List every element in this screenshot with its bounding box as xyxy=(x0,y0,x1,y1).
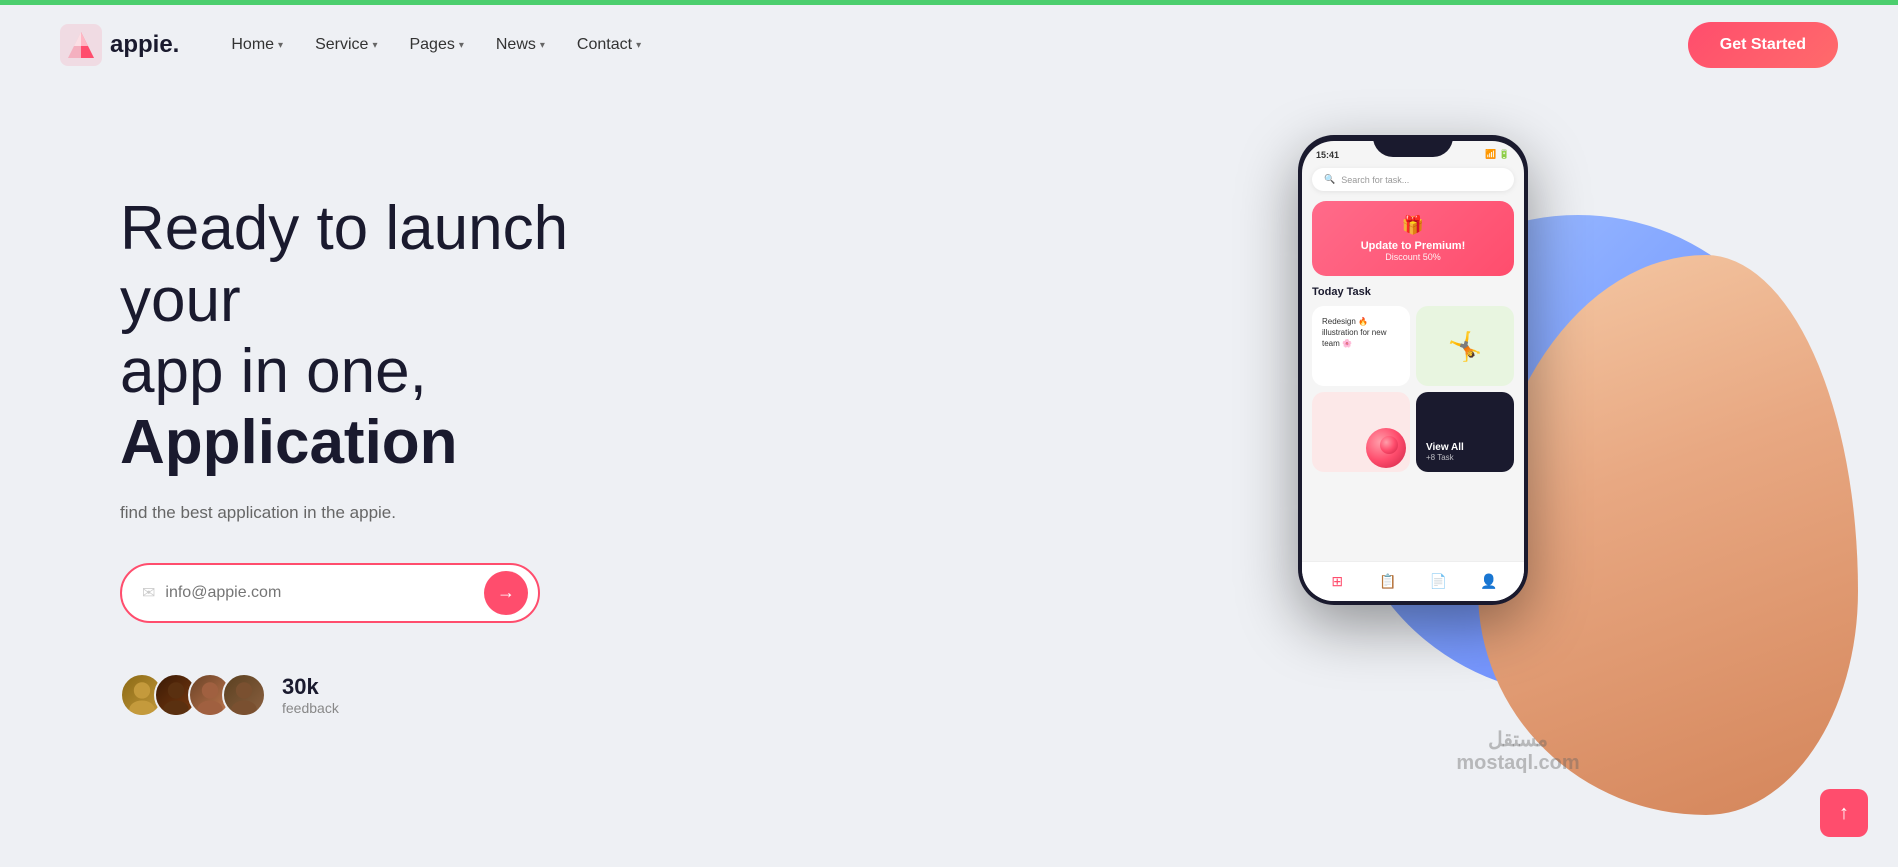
task-card-redesign: Redesign 🔥 illustration for new team 🌸 xyxy=(1312,306,1410,386)
avatars xyxy=(120,673,266,717)
nav-item-news[interactable]: News ▾ xyxy=(484,28,557,62)
task-grid: Redesign 🔥 illustration for new team 🌸 🤸 xyxy=(1312,306,1514,472)
navbar: appie. Home ▾ Service ▾ Pages ▾ xyxy=(0,5,1898,85)
phone-nav-files: 📄 xyxy=(1428,572,1448,592)
phone-mockup: 15:41 📶 🔋 🔍 Search for task... 🎁 Update … xyxy=(1298,135,1528,605)
chevron-down-icon: ▾ xyxy=(540,40,545,51)
nav-links: Home ▾ Service ▾ Pages ▾ News ▾ xyxy=(219,28,653,62)
signal-icons: 📶 🔋 xyxy=(1485,149,1510,160)
phone-time: 15:41 xyxy=(1316,150,1339,160)
chevron-down-icon: ▾ xyxy=(459,40,464,51)
nav-item-pages[interactable]: Pages ▾ xyxy=(397,28,475,62)
chevron-down-icon: ▾ xyxy=(278,40,283,51)
task-card-illustration: 🤸 xyxy=(1416,306,1514,386)
phone-nav-home: ⊞ xyxy=(1327,572,1347,592)
task-card-pink xyxy=(1312,392,1410,472)
nav-item-service[interactable]: Service ▾ xyxy=(303,28,389,62)
email-input[interactable] xyxy=(165,584,484,602)
today-task-section: Today Task Redesign 🔥 illustration for n… xyxy=(1302,286,1524,472)
ball-decoration xyxy=(1366,428,1406,468)
phone-nav-profile: 👤 xyxy=(1479,572,1499,592)
phone-screen: 15:41 📶 🔋 🔍 Search for task... 🎁 Update … xyxy=(1302,141,1524,601)
nav-item-contact[interactable]: Contact ▾ xyxy=(565,28,653,62)
email-form: ✉ → xyxy=(120,563,540,623)
phone-nav-calendar: 📋 xyxy=(1378,572,1398,592)
phone-hand-area: 15:41 📶 🔋 🔍 Search for task... 🎁 Update … xyxy=(1258,125,1778,785)
logo[interactable]: appie. xyxy=(60,24,179,66)
phone-bottom-nav: ⊞ 📋 📄 👤 xyxy=(1302,561,1524,601)
feedback-text: 30k feedback xyxy=(282,674,339,716)
chevron-down-icon: ▾ xyxy=(636,40,641,51)
phone-wrapper: 15:41 📶 🔋 🔍 Search for task... 🎁 Update … xyxy=(1238,115,1798,795)
phone-search-bar: 🔍 Search for task... xyxy=(1312,168,1514,191)
logo-icon xyxy=(60,24,102,66)
search-icon: 🔍 xyxy=(1324,174,1335,185)
get-started-button[interactable]: Get Started xyxy=(1688,22,1838,68)
hero-content: Ready to launch your app in one, Applica… xyxy=(120,193,640,716)
email-submit-button[interactable]: → xyxy=(484,571,528,615)
nav-item-home[interactable]: Home ▾ xyxy=(219,28,295,62)
nav-left: appie. Home ▾ Service ▾ Pages ▾ xyxy=(60,24,653,66)
chevron-down-icon: ▾ xyxy=(372,40,377,51)
phone-notch xyxy=(1373,135,1453,157)
hero-title: Ready to launch your app in one, Applica… xyxy=(120,193,640,478)
scroll-to-top-button[interactable]: ↑ xyxy=(1820,789,1868,837)
hero-section: Ready to launch your app in one, Applica… xyxy=(0,85,1898,845)
avatar xyxy=(222,673,266,717)
logo-text: appie. xyxy=(110,31,179,59)
task-card-viewall: View All +8 Task xyxy=(1416,392,1514,472)
hand-background xyxy=(1478,255,1858,815)
feedback-row: 30k feedback xyxy=(120,673,640,717)
hero-visual: 15:41 📶 🔋 🔍 Search for task... 🎁 Update … xyxy=(1238,115,1798,795)
mail-icon: ✉ xyxy=(142,583,155,603)
hero-subtitle: find the best application in the appie. xyxy=(120,503,640,523)
promo-card: 🎁 Update to Premium! Discount 50% xyxy=(1312,201,1514,276)
